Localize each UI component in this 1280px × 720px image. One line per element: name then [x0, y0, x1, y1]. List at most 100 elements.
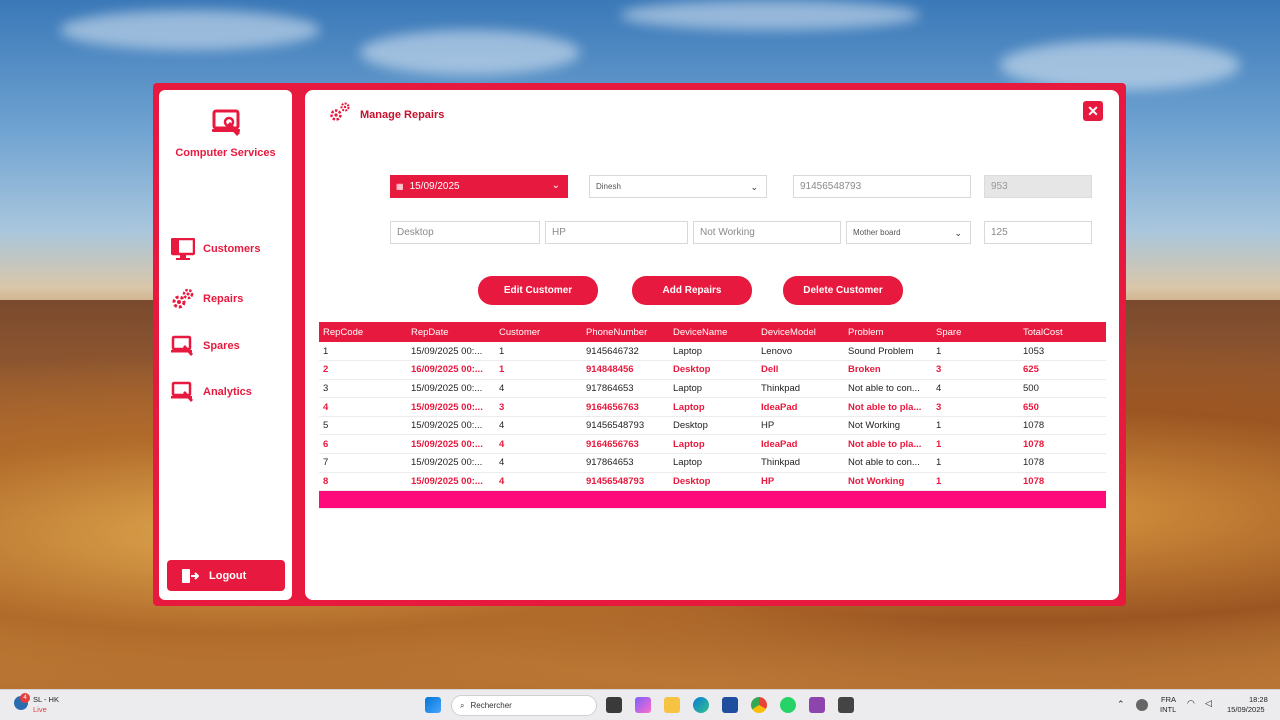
logout-button[interactable]: Logout: [167, 560, 285, 591]
cost-field[interactable]: 125: [984, 221, 1092, 244]
column-header[interactable]: TotalCost: [1019, 322, 1106, 342]
device-name-field[interactable]: Desktop: [390, 221, 540, 244]
new-row-placeholder[interactable]: [319, 490, 1106, 510]
spare-select[interactable]: Mother board ⌄: [846, 221, 971, 244]
table-cell: 8: [319, 472, 407, 492]
table-row[interactable]: 4 15/09/2025 00:... 3 9164656763 Laptop IdeaP…: [319, 397, 1106, 417]
sidebar-item-analytics[interactable]: Analytics: [171, 380, 289, 404]
page-title: Manage Repairs: [360, 109, 445, 121]
calendar-icon: ▦: [396, 182, 404, 191]
table-cell[interactable]: [844, 490, 932, 510]
visual-studio-icon[interactable]: [809, 697, 825, 713]
whatsapp-icon[interactable]: [780, 697, 796, 713]
table-cell: Not able to con...: [844, 453, 932, 473]
table-cell: 2: [319, 360, 407, 380]
table-cell: 15/09/2025 00:...: [407, 472, 495, 492]
app-icon[interactable]: [838, 697, 854, 713]
table-cell[interactable]: [669, 490, 757, 510]
sidebar-item-customers[interactable]: Customers: [171, 237, 289, 261]
table-cell: 1: [932, 342, 1019, 362]
sidebar-item-spares[interactable]: Spares: [171, 334, 289, 358]
app-window: Computer Services Customers Repairs Spar…: [153, 83, 1126, 606]
table-cell: Not able to con...: [844, 379, 932, 399]
keyboard-layout[interactable]: INTL: [1160, 705, 1176, 714]
table-cell: 625: [1019, 360, 1106, 380]
table-cell: Not Working: [844, 416, 932, 436]
column-header[interactable]: DeviceName: [669, 322, 757, 342]
add-repairs-button[interactable]: Add Repairs: [632, 276, 752, 305]
gears-icon: [172, 288, 194, 309]
clock-time[interactable]: 18:28: [1249, 695, 1268, 704]
table-cell: HP: [757, 416, 844, 436]
column-header[interactable]: Problem: [844, 322, 932, 342]
table-cell: 1053: [1019, 342, 1106, 362]
file-explorer-icon[interactable]: [664, 697, 680, 713]
table-cell[interactable]: [319, 490, 407, 510]
windows-start-icon[interactable]: [425, 697, 441, 713]
volume-icon[interactable]: ◁: [1205, 698, 1212, 709]
device-model-field[interactable]: HP: [545, 221, 688, 244]
chevron-down-icon: ⌄: [954, 228, 962, 238]
table-cell: IdeaPad: [757, 397, 844, 417]
repair-date-picker[interactable]: ▦ 15/09/2025 ⌄: [390, 175, 568, 198]
table-cell: 3: [495, 397, 582, 417]
table-cell[interactable]: [757, 490, 844, 510]
network-status-icon[interactable]: [1136, 699, 1148, 711]
column-header[interactable]: RepDate: [407, 322, 495, 342]
language-code[interactable]: FRA: [1161, 695, 1176, 704]
wifi-icon[interactable]: ◠: [1187, 698, 1195, 709]
table-cell: 1: [495, 360, 582, 380]
chrome-icon[interactable]: [751, 697, 767, 713]
table-row[interactable]: 6 15/09/2025 00:... 4 9164656763 Laptop IdeaP…: [319, 434, 1106, 455]
table-row[interactable]: 3 15/09/2025 00:... 4 917864653 Laptop Thinkp…: [319, 379, 1106, 399]
taskbar-search[interactable]: ⌕ Rechercher: [451, 695, 597, 716]
column-header[interactable]: Customer: [495, 322, 582, 342]
laptop-wrench-icon: [171, 381, 193, 402]
table-row[interactable]: 5 15/09/2025 00:... 4 91456548793 Desktop HP N…: [319, 416, 1106, 436]
table-cell: 1078: [1019, 472, 1106, 492]
sidebar: Computer Services Customers Repairs Spar…: [159, 90, 292, 600]
problem-field[interactable]: Not Working: [693, 221, 841, 244]
monitor-icon: [171, 238, 195, 260]
table-row[interactable]: 2 16/09/2025 00:... 1 914848456 Desktop Dell B…: [319, 360, 1106, 380]
table-cell[interactable]: [495, 490, 582, 510]
table-cell: 4: [319, 397, 407, 417]
table-cell: IdeaPad: [757, 434, 844, 455]
table-cell[interactable]: [1019, 490, 1106, 510]
date-value: 15/09/2025: [409, 181, 460, 192]
customer-select[interactable]: Dinesh ⌄: [589, 175, 767, 198]
table-cell: 1078: [1019, 434, 1106, 455]
table-cell[interactable]: [582, 490, 669, 510]
column-header[interactable]: RepCode: [319, 322, 407, 342]
task-view-icon[interactable]: [606, 697, 622, 713]
column-header[interactable]: Spare: [932, 322, 1019, 342]
edge-icon[interactable]: [693, 697, 709, 713]
column-header[interactable]: DeviceModel: [757, 322, 844, 342]
phone-field[interactable]: 91456548793: [793, 175, 971, 198]
table-cell: 5: [319, 416, 407, 436]
copilot-icon[interactable]: [635, 697, 651, 713]
table-cell[interactable]: [932, 490, 1019, 510]
delete-customer-button[interactable]: Delete Customer: [783, 276, 903, 305]
table-row[interactable]: 8 15/09/2025 00:... 4 91456548793 Desktop HP N…: [319, 472, 1106, 492]
edit-customer-button[interactable]: Edit Customer: [478, 276, 598, 305]
table-row[interactable]: 7 15/09/2025 00:... 4 917864653 Laptop Thinkp…: [319, 453, 1106, 473]
table-cell: Laptop: [669, 379, 757, 399]
clock-date[interactable]: 15/09/2025: [1227, 705, 1265, 714]
weather-status: Live: [33, 705, 47, 714]
table-row[interactable]: 1 15/09/2025 00:... 1 9145646732 Laptop Lenov…: [319, 342, 1106, 362]
table-cell: 15/09/2025 00:...: [407, 416, 495, 436]
table-cell[interactable]: [407, 490, 495, 510]
table-cell: Laptop: [669, 397, 757, 417]
sidebar-item-repairs[interactable]: Repairs: [171, 287, 289, 311]
table-cell: 3: [932, 360, 1019, 380]
column-header[interactable]: PhoneNumber: [582, 322, 669, 342]
store-icon[interactable]: [722, 697, 738, 713]
table-cell: 15/09/2025 00:...: [407, 453, 495, 473]
close-button[interactable]: ✕: [1083, 101, 1103, 121]
table-cell: Desktop: [669, 416, 757, 436]
laptop-wrench-icon: [212, 109, 240, 136]
table-cell: 1: [932, 416, 1019, 436]
taskbar: 4 SL - HK Live ⌕ Rechercher ⌃ FRA INTL ◠…: [0, 689, 1280, 720]
chevron-up-icon[interactable]: ⌃: [1117, 699, 1125, 710]
